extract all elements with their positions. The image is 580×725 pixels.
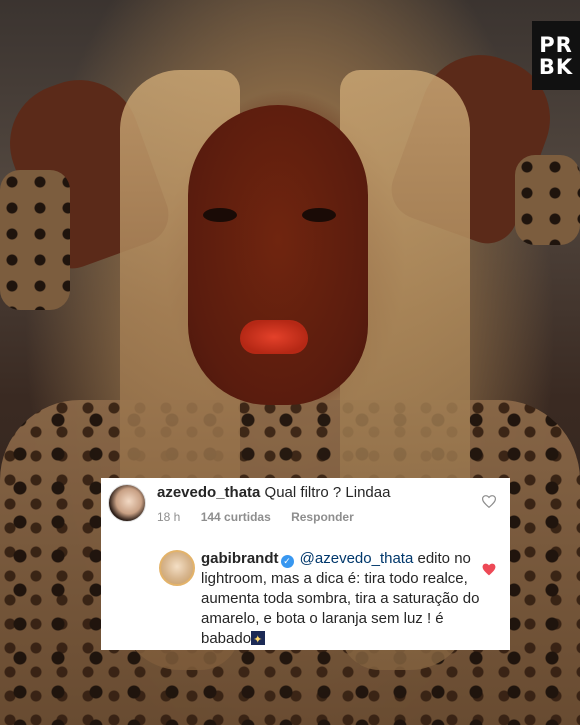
comment-time: 18 h (157, 510, 181, 524)
comment-meta: 18 h 144 curtidas Responder (157, 510, 371, 524)
comment-body: azevedo_thata Qual filtro ? Lindaa (157, 484, 390, 501)
verified-badge-icon: ✓ (280, 555, 294, 568)
logo-line-1: PR (539, 32, 573, 57)
photo-face (188, 105, 368, 405)
photo-lips (240, 320, 308, 354)
photo-eye-right (302, 208, 336, 222)
photo-sleeve-right (515, 155, 580, 245)
sparkle-emoji-icon (251, 630, 266, 650)
logo-line-2: BK (538, 54, 574, 79)
comment-text: Qual filtro ? Lindaa (264, 484, 391, 501)
heart-filled-icon[interactable] (482, 563, 496, 576)
reply-username[interactable]: gabibrandt (201, 550, 279, 567)
reply-body: gabibrandt ✓ @azevedo_thata edito no ligh… (201, 549, 491, 650)
comment-likes[interactable]: 144 curtidas (201, 510, 271, 524)
photo-eye-left (203, 208, 237, 222)
comment-card: azevedo_thata Qual filtro ? Lindaa 18 h … (101, 478, 510, 532)
reply-button[interactable]: Responder (291, 510, 354, 524)
comment-username[interactable]: azevedo_thata (157, 484, 260, 501)
reply-mention[interactable]: @azevedo_thata (300, 550, 414, 567)
purebreak-logo: PR BK (532, 21, 580, 90)
heart-outline-icon[interactable] (482, 495, 496, 508)
avatar[interactable] (159, 550, 195, 586)
photo-sleeve-left (0, 170, 70, 310)
reply-card: gabibrandt ✓ @azevedo_thata edito no ligh… (101, 532, 510, 650)
avatar[interactable] (108, 484, 146, 522)
